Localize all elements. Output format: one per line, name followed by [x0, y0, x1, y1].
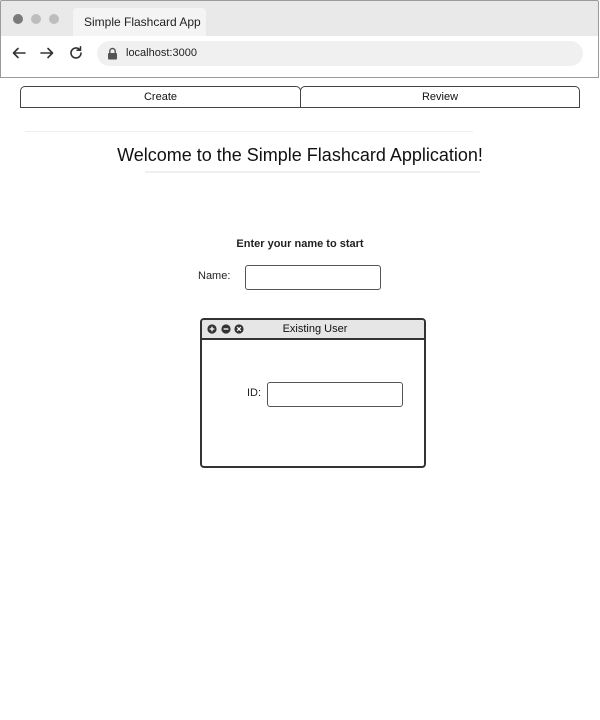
browser-tab-title: Simple Flashcard App [84, 15, 201, 29]
title-underline [145, 171, 480, 173]
arrow-right-icon[interactable] [39, 45, 55, 61]
id-label: ID: [247, 387, 262, 399]
existing-user-title-bar[interactable]: Existing User [202, 320, 424, 340]
reload-icon[interactable] [68, 45, 84, 61]
id-input[interactable] [267, 382, 403, 407]
browser-toolbar: localhost:3000 [1, 36, 598, 78]
window-controls [13, 14, 59, 24]
tab-review[interactable]: Review [300, 86, 580, 108]
page-tabs: Create Review [20, 86, 580, 108]
browser-tab[interactable]: Simple Flashcard App [73, 8, 206, 36]
divider [25, 131, 473, 132]
minimize-dot-icon[interactable] [31, 14, 41, 24]
close-dot-icon[interactable] [13, 14, 23, 24]
lock-icon [108, 47, 117, 60]
address-bar[interactable]: localhost:3000 [97, 41, 583, 66]
existing-user-panel: Existing User ID: [200, 318, 426, 468]
name-input[interactable] [245, 265, 381, 290]
browser-window: Simple Flashcard App localhost:3000 [0, 0, 599, 78]
maximize-dot-icon[interactable] [49, 14, 59, 24]
page-title: Welcome to the Simple Flashcard Applicat… [117, 145, 483, 165]
address-url: localhost:3000 [126, 47, 197, 59]
start-prompt: Enter your name to start [236, 238, 364, 250]
name-label: Name: [198, 270, 231, 282]
arrow-left-icon[interactable] [11, 45, 27, 61]
tab-create[interactable]: Create [20, 86, 301, 108]
existing-user-title: Existing User [282, 323, 348, 335]
